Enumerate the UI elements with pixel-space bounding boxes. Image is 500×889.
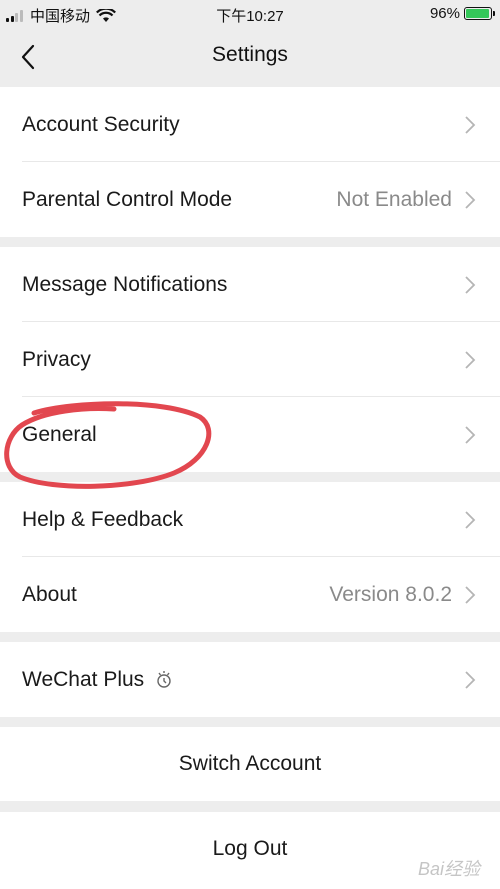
row-wechat-plus[interactable]: WeChat Plus	[0, 642, 500, 717]
status-right: 96%	[429, 5, 495, 22]
status-time: 下午10:27	[216, 8, 284, 25]
chevron-right-icon	[465, 671, 476, 689]
row-about[interactable]: About Version 8.0.2	[0, 557, 500, 632]
row-label: Account Security	[22, 112, 180, 136]
row-label: About	[22, 582, 77, 606]
settings-group-help: Help & Feedback About Version 8.0.2	[0, 482, 500, 632]
page-title: Settings	[212, 43, 288, 66]
row-parental-control[interactable]: Parental Control Mode Not Enabled	[0, 162, 500, 237]
switch-account-group: Switch Account	[0, 727, 500, 801]
row-value: Not Enabled	[336, 187, 452, 211]
chevron-right-icon	[465, 426, 476, 444]
row-label: WeChat Plus	[22, 667, 145, 691]
row-label: Privacy	[22, 347, 91, 371]
settings-group-account: Account Security Parental Control Mode N…	[0, 87, 500, 237]
chevron-right-icon	[465, 351, 476, 369]
row-label: Message Notifications	[22, 272, 228, 296]
bulb-icon	[157, 670, 171, 688]
row-value: Version 8.0.2	[329, 582, 452, 606]
chevron-right-icon	[465, 276, 476, 294]
chevron-right-icon	[465, 191, 476, 209]
row-privacy[interactable]: Privacy	[0, 322, 500, 397]
chevron-right-icon	[465, 586, 476, 604]
nav-bar: Settings	[0, 28, 500, 86]
row-account-security[interactable]: Account Security	[0, 87, 500, 162]
row-label: Parental Control Mode	[22, 187, 233, 211]
battery-icon	[464, 7, 495, 20]
switch-account-button[interactable]: Switch Account	[0, 727, 500, 801]
row-general[interactable]: General	[0, 397, 500, 472]
chevron-right-icon	[465, 116, 476, 134]
battery-percent: 96%	[429, 5, 460, 22]
watermark: Bai经验	[417, 859, 480, 879]
row-label: Help & Feedback	[22, 507, 184, 531]
chevron-right-icon	[465, 511, 476, 529]
row-message-notifications[interactable]: Message Notifications	[0, 247, 500, 322]
settings-group-plus: WeChat Plus	[0, 642, 500, 717]
row-label: General	[22, 422, 97, 446]
status-bar: 中国移动 下午10:27 96%	[0, 0, 500, 28]
battery-fill	[466, 9, 490, 18]
settings-group-general: Message Notifications Privacy General	[0, 247, 500, 472]
row-help-feedback[interactable]: Help & Feedback	[0, 482, 500, 557]
